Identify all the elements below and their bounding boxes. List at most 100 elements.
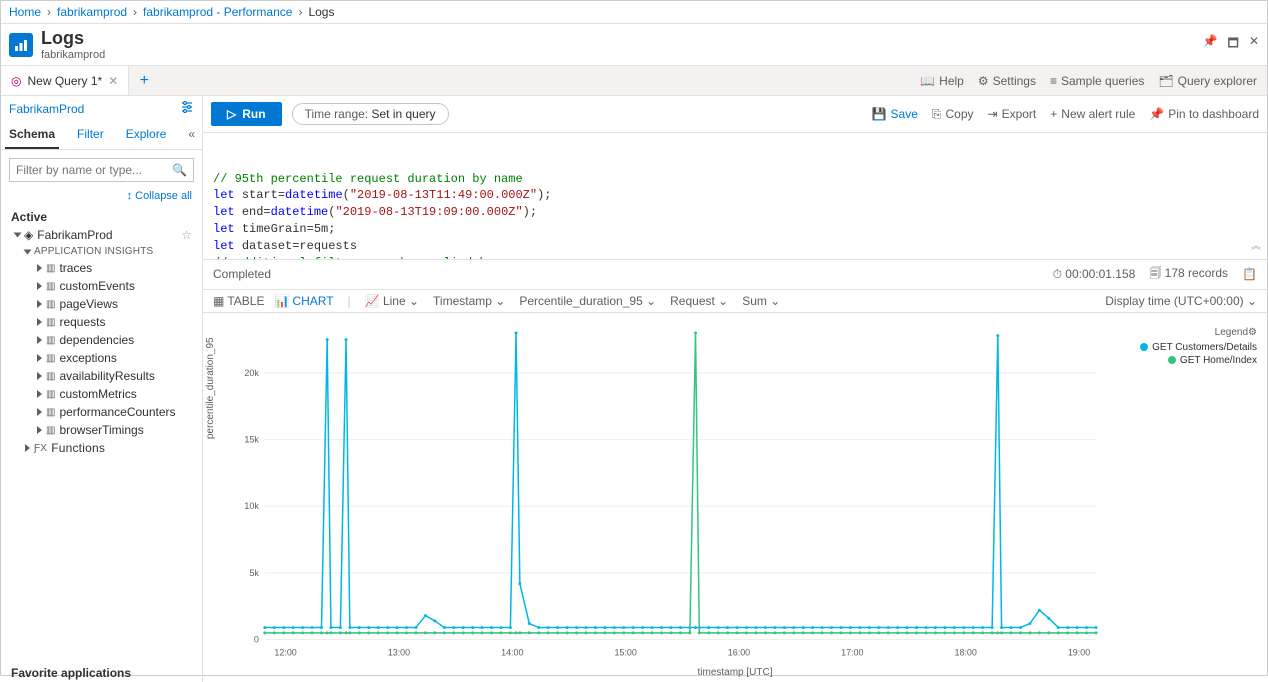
close-tab-icon[interactable]: ✕ bbox=[108, 74, 118, 88]
tab-query-1[interactable]: ◎ New Query 1* ✕ bbox=[1, 66, 129, 95]
duration-display: ⏱ 00:00:01.158 bbox=[1053, 267, 1136, 282]
settings-link[interactable]: ⚙ Settings bbox=[978, 74, 1036, 88]
table-icon: ▥ bbox=[46, 335, 55, 346]
query-toolbar: ▷ Run Time range: Set in query 💾 Save ⎘ … bbox=[203, 96, 1267, 133]
filter-settings-icon[interactable] bbox=[180, 100, 194, 117]
function-icon: ƒx bbox=[34, 443, 47, 454]
table-icon: ▥ bbox=[46, 263, 55, 274]
legend: Legend⚙ GET Customers/Details GET Home/I… bbox=[1101, 323, 1261, 661]
tree-resource[interactable]: ◈ FabrikamProd ☆ bbox=[7, 226, 196, 244]
pin-icon[interactable]: 📌 bbox=[1203, 34, 1218, 55]
breadcrumb: Home› fabrikamprod› fabrikamprod - Perfo… bbox=[1, 1, 1267, 24]
tree-item-browserTimings[interactable]: ▥ browserTimings bbox=[7, 421, 196, 439]
x-field-select[interactable]: Timestamp ⌄ bbox=[433, 294, 505, 308]
y-axis-label: percentile_duration_95 bbox=[205, 337, 216, 439]
split-field-select[interactable]: Request ⌄ bbox=[670, 294, 728, 308]
table-icon: ▥ bbox=[46, 281, 55, 292]
save-button[interactable]: 💾 Save bbox=[872, 107, 918, 122]
table-icon: ▥ bbox=[46, 371, 55, 382]
run-button[interactable]: ▷ Run bbox=[211, 102, 282, 126]
view-chart[interactable]: 📊 CHART bbox=[274, 294, 333, 308]
svg-text:15k: 15k bbox=[244, 434, 259, 444]
section-active: Active bbox=[1, 208, 202, 226]
legend-item-1[interactable]: GET Customers/Details bbox=[1105, 342, 1257, 353]
svg-text:19:00: 19:00 bbox=[1068, 647, 1090, 657]
svg-text:12:00: 12:00 bbox=[274, 647, 296, 657]
collapse-all-icon: ↕ bbox=[127, 190, 133, 202]
schema-filter-input[interactable] bbox=[16, 163, 172, 177]
agg-select[interactable]: Sum ⌄ bbox=[742, 294, 780, 308]
tree-item-availabilityResults[interactable]: ▥ availabilityResults bbox=[7, 367, 196, 385]
svg-text:0: 0 bbox=[254, 634, 259, 644]
export-button[interactable]: ⇥ Export bbox=[988, 107, 1037, 122]
collapse-all-link[interactable]: Collapse all bbox=[135, 190, 192, 202]
section-favorites: Favorite applications bbox=[1, 664, 202, 682]
chart-area: percentile_duration_95 20k15k10k5k012:00… bbox=[203, 313, 1267, 667]
svg-text:14:00: 14:00 bbox=[501, 647, 523, 657]
copy-results-icon[interactable]: 📋 bbox=[1242, 267, 1257, 281]
breadcrumb-resource[interactable]: fabrikamprod bbox=[57, 5, 127, 19]
breadcrumb-perf[interactable]: fabrikamprod - Performance bbox=[143, 5, 292, 19]
sample-queries-link[interactable]: ≡ Sample queries bbox=[1050, 74, 1144, 88]
y-field-select[interactable]: Percentile_duration_95 ⌄ bbox=[519, 294, 656, 308]
tree-item-dependencies[interactable]: ▥ dependencies bbox=[7, 331, 196, 349]
x-axis-label: timestamp [UTC] bbox=[203, 667, 1267, 682]
tree-item-performanceCounters[interactable]: ▥ performanceCounters bbox=[7, 403, 196, 421]
chart-canvas[interactable]: 20k15k10k5k012:0013:0014:0015:0016:0017:… bbox=[225, 323, 1101, 661]
svg-text:13:00: 13:00 bbox=[388, 647, 410, 657]
copy-button[interactable]: ⎘ Copy bbox=[932, 107, 974, 122]
tab-filter[interactable]: Filter bbox=[73, 121, 108, 149]
add-tab-button[interactable]: + bbox=[129, 72, 159, 90]
table-icon: ▥ bbox=[46, 425, 55, 436]
collapse-sidebar-icon[interactable]: « bbox=[184, 121, 199, 149]
tree-functions[interactable]: ƒx Functions bbox=[7, 439, 196, 457]
breadcrumb-home[interactable]: Home bbox=[9, 5, 41, 19]
svg-text:17:00: 17:00 bbox=[841, 647, 863, 657]
app-insights-icon: ◈ bbox=[24, 228, 33, 242]
query-explorer-link[interactable]: 🗂 Query explorer bbox=[1158, 74, 1257, 88]
page-subtitle: fabrikamprod bbox=[41, 49, 105, 61]
tree-item-pageViews[interactable]: ▥ pageViews bbox=[7, 295, 196, 313]
tree-item-traces[interactable]: ▥ traces bbox=[7, 259, 196, 277]
status-bar: Completed ⏱ 00:00:01.158 🗐 178 records 📋 bbox=[203, 260, 1267, 290]
query-tabs: ◎ New Query 1* ✕ + 📖 Help ⚙ Settings ≡ S… bbox=[1, 66, 1267, 96]
pin-dashboard-button[interactable]: 📌 Pin to dashboard bbox=[1149, 107, 1259, 122]
tab-schema[interactable]: Schema bbox=[5, 121, 59, 149]
records-display: 🗐 178 records bbox=[1149, 264, 1228, 285]
tree-item-customMetrics[interactable]: ▥ customMetrics bbox=[7, 385, 196, 403]
tree-appinsights[interactable]: APPLICATION INSIGHTS bbox=[7, 244, 196, 259]
tree-item-requests[interactable]: ▥ requests bbox=[7, 313, 196, 331]
svg-text:18:00: 18:00 bbox=[954, 647, 976, 657]
svg-text:16:00: 16:00 bbox=[728, 647, 750, 657]
query-editor[interactable]: // 95th percentile request duration by n… bbox=[203, 133, 1267, 260]
results-toolbar: ▦ TABLE 📊 CHART | 📈 Line ⌄ Timestamp ⌄ P… bbox=[203, 290, 1267, 313]
table-icon: ▥ bbox=[46, 299, 55, 310]
tree-item-customEvents[interactable]: ▥ customEvents bbox=[7, 277, 196, 295]
resource-selector[interactable]: FabrikamProd bbox=[9, 102, 84, 116]
breadcrumb-current: Logs bbox=[308, 5, 334, 19]
page-title: Logs bbox=[41, 28, 105, 49]
svg-text:15:00: 15:00 bbox=[614, 647, 636, 657]
time-range-selector[interactable]: Time range: Set in query bbox=[292, 103, 449, 125]
tree-item-exceptions[interactable]: ▥ exceptions bbox=[7, 349, 196, 367]
close-icon[interactable]: ✕ bbox=[1249, 34, 1259, 55]
legend-item-2[interactable]: GET Home/Index bbox=[1105, 355, 1257, 366]
favorite-icon[interactable]: ☆ bbox=[181, 228, 192, 242]
pin-tab-icon: ◎ bbox=[11, 74, 21, 88]
maximize-icon[interactable]: 🗖 bbox=[1228, 34, 1239, 55]
help-link[interactable]: 📖 Help bbox=[920, 74, 964, 88]
new-alert-button[interactable]: + New alert rule bbox=[1050, 107, 1135, 122]
display-time-select[interactable]: Display time (UTC+00:00) ⌄ bbox=[1105, 294, 1257, 308]
status-text: Completed bbox=[213, 267, 271, 281]
schema-filter[interactable]: 🔍 bbox=[9, 158, 194, 182]
table-icon: ▥ bbox=[46, 407, 55, 418]
tab-explore[interactable]: Explore bbox=[122, 121, 171, 149]
collapse-editor-icon[interactable]: ︽ bbox=[1251, 241, 1261, 255]
search-icon: 🔍 bbox=[172, 163, 187, 177]
view-table[interactable]: ▦ TABLE bbox=[213, 294, 264, 308]
chart-type-select[interactable]: 📈 Line ⌄ bbox=[365, 294, 419, 308]
title-bar: Logs fabrikamprod 📌 🗖 ✕ bbox=[1, 24, 1267, 66]
logs-icon bbox=[9, 33, 33, 57]
table-icon: ▥ bbox=[46, 353, 55, 364]
svg-text:20k: 20k bbox=[244, 367, 259, 377]
